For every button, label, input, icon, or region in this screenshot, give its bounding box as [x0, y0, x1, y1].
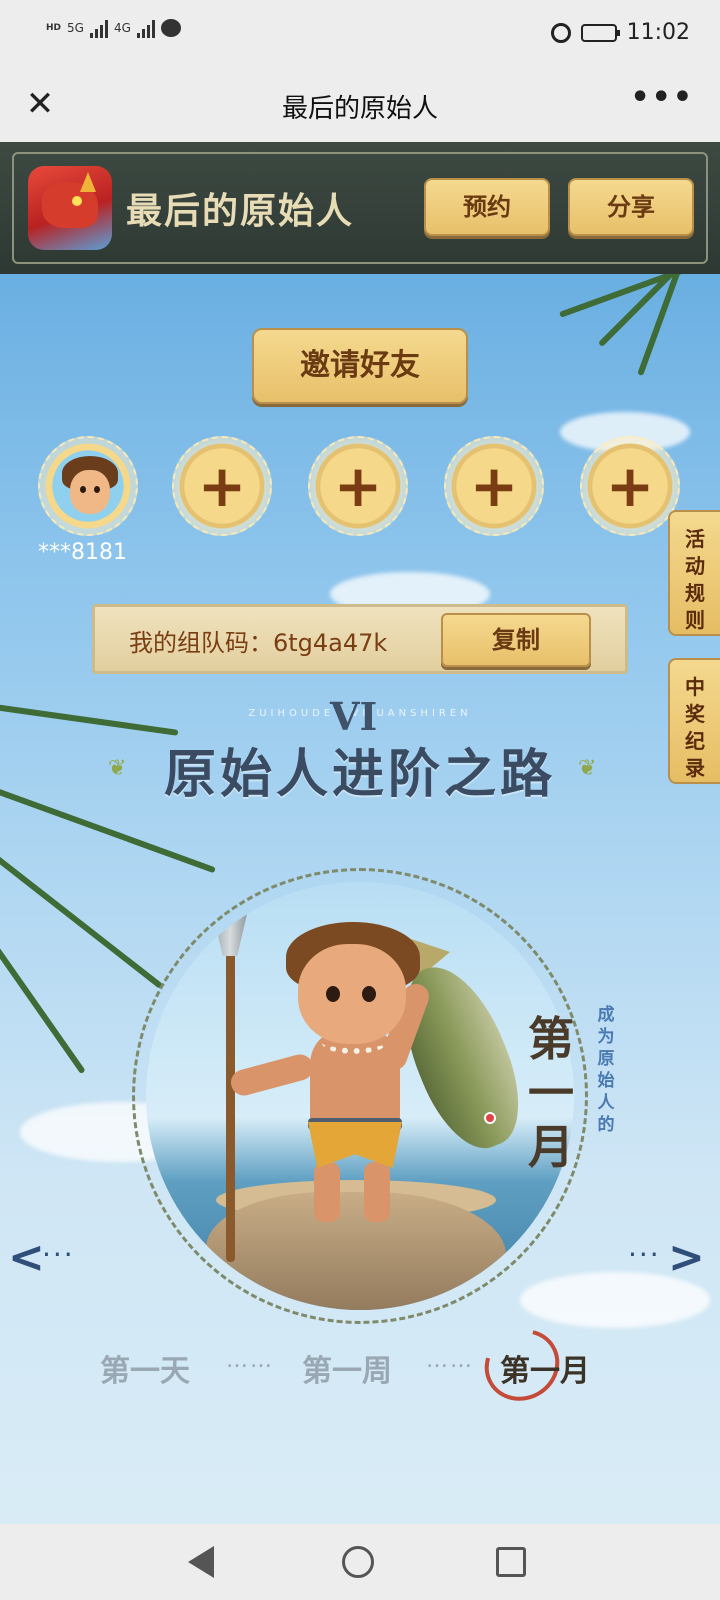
clock: 11:02	[626, 20, 690, 45]
game-name: 最后的原始人	[126, 190, 355, 232]
back-icon[interactable]	[188, 1546, 214, 1578]
activity-rules-tab[interactable]: 活动规则	[668, 510, 720, 636]
stage-separator: ……	[226, 1348, 274, 1373]
message-icon	[160, 19, 181, 37]
team-code-text: 我的组队码：6tg4a47k	[129, 629, 388, 657]
team-slot-user-id: ***8181	[38, 540, 127, 565]
add-icon: +	[469, 452, 519, 520]
stage-week[interactable]: 第一周	[302, 1346, 392, 1390]
signal-icon	[89, 18, 108, 38]
status-left: HD 5G 4G	[46, 18, 181, 38]
team-slot-filled[interactable]	[38, 436, 138, 536]
share-button[interactable]: 分享	[568, 178, 694, 236]
leaf-ornament-icon: ❦	[108, 756, 127, 781]
palm-leaf	[0, 842, 164, 989]
add-icon: +	[333, 452, 383, 520]
current-stage-caption: 成为原始人的	[597, 1005, 615, 1135]
hd-indicator: HD	[46, 23, 62, 33]
net-4g-label: 4G	[113, 21, 131, 35]
more-icon[interactable]: •••	[630, 80, 694, 115]
team-slot-empty[interactable]: +	[580, 436, 680, 536]
game-header: 最后的原始人 预约 分享	[0, 142, 720, 274]
next-arrow-icon[interactable]: >	[668, 1232, 705, 1283]
recent-apps-icon[interactable]	[496, 1547, 526, 1577]
add-icon: +	[605, 452, 655, 520]
nav-bar: ✕ 最后的原始人 •••	[0, 70, 720, 142]
system-nav-bar	[0, 1524, 720, 1600]
team-slot-empty[interactable]: +	[172, 436, 272, 536]
team-slot-empty[interactable]: +	[308, 436, 408, 536]
alarm-icon	[550, 22, 571, 43]
next-arrow-dots: ···	[628, 1238, 661, 1271]
status-right: 11:02	[550, 20, 690, 45]
team-slot-empty[interactable]: +	[444, 436, 544, 536]
palm-leaf	[0, 923, 86, 1075]
stage-month[interactable]: 第一月	[500, 1346, 590, 1390]
battery-icon	[580, 23, 620, 42]
stage-separator: ……	[426, 1348, 474, 1373]
main-content[interactable]: 最后的原始人 预约 分享 邀请好友 ***8181 + + + + 我的组队码：…	[0, 142, 720, 1524]
reserve-button[interactable]: 预约	[424, 178, 550, 236]
character-illustration	[146, 882, 574, 1310]
home-icon[interactable]	[342, 1546, 374, 1578]
stage-day[interactable]: 第一天	[100, 1346, 190, 1390]
add-icon: +	[197, 452, 247, 520]
prev-arrow-dots: ···	[42, 1238, 75, 1271]
copy-button[interactable]: 复制	[441, 613, 591, 667]
status-bar: HD 5G 4G 11:02	[0, 0, 720, 70]
page-title: 最后的原始人	[281, 94, 438, 124]
current-stage-vertical: 第一月	[528, 1012, 574, 1174]
signal-icon-2	[136, 18, 155, 38]
invite-friends-button[interactable]: 邀请好友	[252, 328, 468, 404]
avatar	[62, 456, 118, 520]
net-5g-label: 5G	[67, 21, 84, 35]
leaf-ornament-icon: ❦	[578, 756, 597, 781]
prev-arrow-icon[interactable]: <	[8, 1232, 45, 1283]
game-app-icon	[28, 166, 112, 250]
team-code-panel: 我的组队码：6tg4a47k 复制	[92, 604, 628, 674]
